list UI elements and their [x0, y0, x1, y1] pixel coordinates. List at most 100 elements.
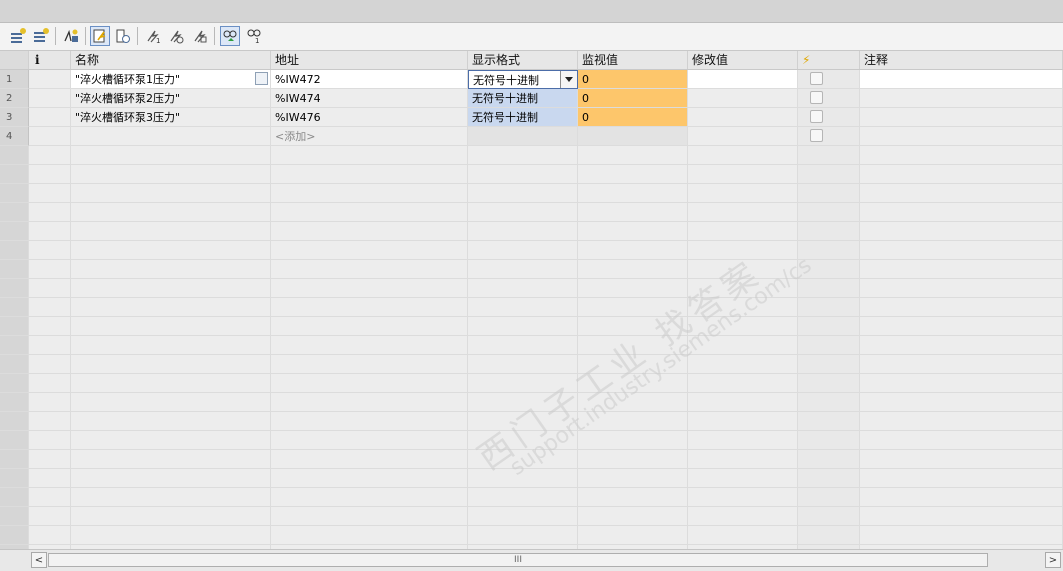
scroll-thumb[interactable]: III: [48, 553, 988, 567]
empty-cell: [688, 260, 798, 279]
table-row[interactable]: 1 "淬火槽循环泵1压力" %IW472 无符号十进制 0: [0, 70, 1063, 89]
empty-cell: [468, 412, 578, 431]
svg-text:1: 1: [156, 37, 160, 44]
format-column-header[interactable]: 显示格式: [468, 51, 578, 69]
empty-cell: [271, 298, 468, 317]
monitor-value-cell: [578, 127, 688, 146]
empty-cell: [0, 469, 29, 488]
modify-checkbox[interactable]: [810, 110, 823, 123]
info-icon: i: [35, 53, 40, 67]
empty-cell: [29, 412, 71, 431]
comment-cell[interactable]: [860, 127, 1063, 146]
info-column-header: i: [29, 51, 71, 69]
empty-cell: [688, 450, 798, 469]
empty-cell: [860, 222, 1063, 241]
empty-cell: [0, 184, 29, 203]
tag-list-icon[interactable]: [255, 72, 268, 85]
comment-cell[interactable]: [860, 70, 1063, 89]
empty-cell: [29, 507, 71, 526]
info-cell: [29, 108, 71, 127]
add-row-icon[interactable]: [31, 26, 51, 46]
empty-cell: [860, 450, 1063, 469]
modify-once-icon[interactable]: 1: [143, 26, 163, 46]
name-cell[interactable]: "淬火槽循环泵3压力": [71, 108, 271, 127]
monitor-all-icon[interactable]: [90, 26, 110, 46]
modify-checkbox-cell[interactable]: [798, 127, 860, 146]
empty-cell: [29, 355, 71, 374]
empty-cell: [860, 507, 1063, 526]
empty-cell: [688, 184, 798, 203]
format-cell[interactable]: 无符号十进制: [468, 108, 578, 127]
monitor-once-icon[interactable]: [113, 26, 133, 46]
format-cell[interactable]: [468, 127, 578, 146]
row-number: 4: [0, 127, 29, 146]
force-icon[interactable]: [190, 26, 210, 46]
wildcard-icon[interactable]: [61, 26, 81, 46]
name-column-header[interactable]: 名称: [71, 51, 271, 69]
modify-checkbox-cell[interactable]: [798, 70, 860, 89]
format-cell[interactable]: 无符号十进制: [468, 89, 578, 108]
empty-cell: [29, 184, 71, 203]
scroll-right-button[interactable]: >: [1045, 552, 1061, 568]
empty-cell: [688, 336, 798, 355]
empty-cell: [0, 165, 29, 184]
info-cell: [29, 70, 71, 89]
show-monitor-icon[interactable]: [220, 26, 240, 46]
empty-cell: [468, 336, 578, 355]
empty-cell: [798, 222, 860, 241]
svg-text:1: 1: [255, 37, 259, 44]
chevron-down-icon[interactable]: [560, 71, 577, 88]
address-cell[interactable]: %IW472: [271, 70, 468, 89]
empty-row: [0, 393, 1063, 412]
empty-cell: [688, 393, 798, 412]
insert-row-icon[interactable]: [8, 26, 28, 46]
address-cell[interactable]: %IW476: [271, 108, 468, 127]
add-row-placeholder[interactable]: <添加>: [271, 127, 468, 146]
modify-value-cell[interactable]: [688, 70, 798, 89]
modify-value-cell[interactable]: [688, 127, 798, 146]
modify-checkbox-cell[interactable]: [798, 108, 860, 127]
comment-cell[interactable]: [860, 108, 1063, 127]
monitor-value-cell: 0: [578, 89, 688, 108]
info-cell: [29, 127, 71, 146]
name-cell[interactable]: "淬火槽循环泵1压力": [71, 70, 271, 89]
empty-cell: [271, 450, 468, 469]
watch-table: i 名称 地址 显示格式 监视值 修改值 ⚡ 注释 1 "淬火槽循环泵1压力" …: [0, 51, 1063, 549]
comment-cell[interactable]: [860, 89, 1063, 108]
horizontal-scrollbar[interactable]: < III >: [0, 549, 1063, 571]
empty-cell: [798, 279, 860, 298]
row-number: 1: [0, 70, 29, 89]
monitor-value-column-header[interactable]: 监视值: [578, 51, 688, 69]
name-cell[interactable]: [71, 127, 271, 146]
empty-cell: [0, 203, 29, 222]
empty-cell: [578, 279, 688, 298]
name-cell[interactable]: "淬火槽循环泵2压力": [71, 89, 271, 108]
empty-cell: [271, 507, 468, 526]
empty-cell: [71, 317, 271, 336]
empty-cell: [71, 336, 271, 355]
modify-checkbox[interactable]: [810, 72, 823, 85]
empty-cell: [578, 488, 688, 507]
table-row[interactable]: 4 <添加>: [0, 127, 1063, 146]
modify-flag-column-header[interactable]: ⚡: [798, 51, 860, 69]
show-modify-icon[interactable]: 1: [244, 26, 264, 46]
modify-checkbox[interactable]: [810, 129, 823, 142]
modify-value-cell[interactable]: [688, 89, 798, 108]
empty-cell: [271, 431, 468, 450]
modify-value-cell[interactable]: [688, 108, 798, 127]
table-row[interactable]: 3 "淬火槽循环泵3压力" %IW476 无符号十进制 0: [0, 108, 1063, 127]
address-column-header[interactable]: 地址: [271, 51, 468, 69]
scroll-left-button[interactable]: <: [31, 552, 47, 568]
comment-column-header[interactable]: 注释: [860, 51, 1063, 69]
modify-now-icon[interactable]: [166, 26, 186, 46]
address-cell[interactable]: %IW474: [271, 89, 468, 108]
table-row[interactable]: 2 "淬火槽循环泵2压力" %IW474 无符号十进制 0: [0, 89, 1063, 108]
empty-cell: [29, 526, 71, 545]
modify-value-column-header[interactable]: 修改值: [688, 51, 798, 69]
format-select[interactable]: 无符号十进制: [468, 70, 578, 89]
empty-cell: [578, 374, 688, 393]
modify-checkbox-cell[interactable]: [798, 89, 860, 108]
empty-cell: [29, 203, 71, 222]
modify-checkbox[interactable]: [810, 91, 823, 104]
empty-cell: [468, 184, 578, 203]
